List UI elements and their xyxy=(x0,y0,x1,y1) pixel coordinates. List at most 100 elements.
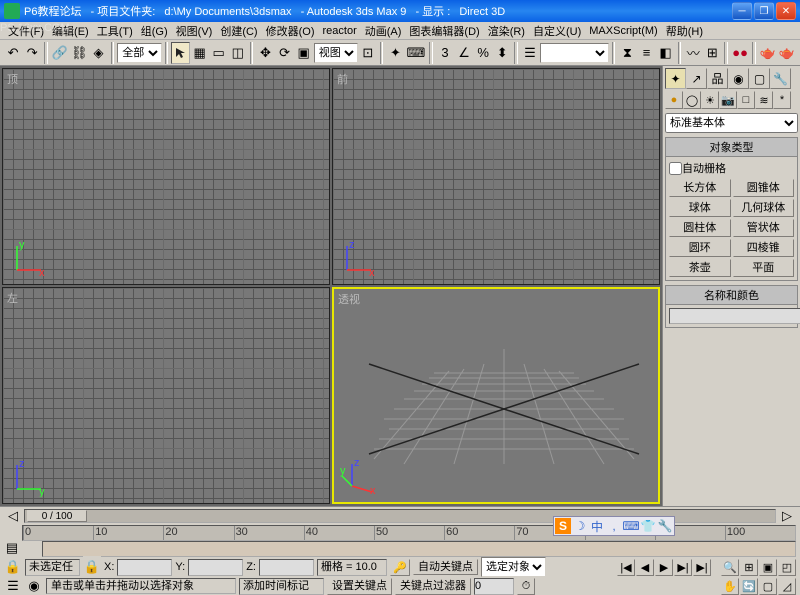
ime-punct-icon[interactable]: , xyxy=(606,518,622,534)
menu-file[interactable]: 文件(F) xyxy=(4,23,48,39)
prim-geosphere[interactable]: 几何球体 xyxy=(733,199,795,217)
fov-button[interactable]: ◿ xyxy=(778,578,796,595)
menu-help[interactable]: 帮助(H) xyxy=(662,23,707,39)
subtab-systems[interactable]: * xyxy=(773,91,791,109)
viewport-left[interactable]: 左 zy xyxy=(2,287,330,504)
time-config-button[interactable]: ⏱ xyxy=(517,578,535,595)
time-slider-thumb[interactable]: 0 / 100 xyxy=(27,510,87,522)
ime-s-icon[interactable]: S xyxy=(555,518,571,534)
time-prev-icon[interactable]: ◁ xyxy=(4,509,22,523)
ime-moon-icon[interactable]: ☽ xyxy=(572,518,588,534)
subtab-helpers[interactable]: □ xyxy=(737,91,755,109)
selection-filter[interactable]: 全部 xyxy=(117,43,162,63)
prim-pyramid[interactable]: 四棱锥 xyxy=(733,239,795,257)
pivot-button[interactable]: ⊡ xyxy=(359,42,377,64)
prim-plane[interactable]: 平面 xyxy=(733,259,795,277)
maximize-button[interactable]: ❐ xyxy=(754,2,774,20)
viewport-front[interactable]: 前 zx xyxy=(332,68,660,285)
y-input[interactable] xyxy=(188,559,243,576)
unlink-button[interactable]: ⛓ xyxy=(70,42,89,64)
x-input[interactable] xyxy=(117,559,172,576)
subtab-cameras[interactable]: 📷 xyxy=(719,91,737,109)
tab-display[interactable]: ▢ xyxy=(749,68,770,89)
ime-skin-icon[interactable]: 👕 xyxy=(640,518,656,534)
link-button[interactable]: 🔗 xyxy=(51,42,69,64)
keyboard-button[interactable]: ⌨ xyxy=(406,42,427,64)
menu-animation[interactable]: 动画(A) xyxy=(361,23,406,39)
menu-reactor[interactable]: reactor xyxy=(319,25,361,37)
zoom-extents-button[interactable]: ▣ xyxy=(759,559,777,576)
percent-snap-button[interactable]: % xyxy=(474,42,492,64)
select-name-button[interactable]: ▦ xyxy=(191,42,209,64)
comm-icon[interactable]: ◉ xyxy=(25,578,43,594)
pan-button[interactable]: ✋ xyxy=(721,578,739,595)
tab-utilities[interactable]: 🔧 xyxy=(770,68,791,89)
tab-hierarchy[interactable]: 品 xyxy=(707,68,728,89)
tab-create[interactable]: ✦ xyxy=(665,68,686,89)
play-button[interactable]: ▶ xyxy=(655,559,673,576)
ime-toolbar[interactable]: S ☽ 中 , ⌨ 👕 🔧 xyxy=(553,516,675,536)
subtab-spacewarps[interactable]: ≋ xyxy=(755,91,773,109)
layer-button[interactable]: ◧ xyxy=(657,42,675,64)
tab-motion[interactable]: ◉ xyxy=(728,68,749,89)
named-sets-button[interactable]: ☰ xyxy=(521,42,539,64)
lock-selection-icon[interactable]: 🔒 xyxy=(83,556,101,578)
menu-modifier[interactable]: 修改器(O) xyxy=(262,23,319,39)
autokey-button[interactable]: 自动关键点 xyxy=(413,559,478,575)
geometry-type-dropdown[interactable]: 标准基本体 xyxy=(665,113,798,133)
maximize-viewport-button[interactable]: ▢ xyxy=(759,578,777,595)
schematic-button[interactable]: ⊞ xyxy=(703,42,721,64)
ime-keyboard-icon[interactable]: ⌨ xyxy=(623,518,639,534)
angle-snap-button[interactable]: ∠ xyxy=(455,42,473,64)
prim-box[interactable]: 长方体 xyxy=(669,179,731,197)
trackbar[interactable] xyxy=(42,541,796,557)
select-region-button[interactable]: ▭ xyxy=(210,42,228,64)
time-tag[interactable]: 添加时间标记 xyxy=(239,578,324,595)
menu-edit[interactable]: 编辑(E) xyxy=(48,23,93,39)
select-button[interactable] xyxy=(171,42,189,64)
move-button[interactable]: ✥ xyxy=(256,42,274,64)
ref-coord-system[interactable]: 视图 xyxy=(314,43,358,63)
time-next-icon[interactable]: ▷ xyxy=(778,509,796,523)
prim-tube[interactable]: 管状体 xyxy=(733,219,795,237)
prim-teapot[interactable]: 茶壶 xyxy=(669,259,731,277)
next-frame-button[interactable]: ▶| xyxy=(674,559,692,576)
object-name-input[interactable] xyxy=(669,308,800,324)
prev-frame-button[interactable]: ◀ xyxy=(636,559,654,576)
lock-icon[interactable]: 🔒 xyxy=(4,556,22,578)
minimize-button[interactable]: ─ xyxy=(732,2,752,20)
render-scene-button[interactable]: 🫖 xyxy=(759,42,777,64)
snap-button[interactable]: 3 xyxy=(436,42,454,64)
window-crossing-button[interactable]: ◫ xyxy=(229,42,247,64)
goto-start-button[interactable]: |◀ xyxy=(617,559,635,576)
keyfilter-button[interactable]: 关键点过滤器 xyxy=(395,578,471,595)
viewport-perspective[interactable]: 透视 zxy xyxy=(332,287,660,504)
z-input[interactable] xyxy=(259,559,314,576)
time-ruler[interactable]: 0 10 20 30 40 50 60 70 80 90 100 xyxy=(22,525,796,541)
script-icon[interactable]: ☰ xyxy=(4,578,22,594)
rollout-header[interactable]: 对象类型 xyxy=(666,138,797,157)
tab-modify[interactable]: ↗ xyxy=(686,68,707,89)
quick-render-button[interactable]: 🫖 xyxy=(778,42,796,64)
autogrid-checkbox[interactable] xyxy=(669,162,682,175)
curve-editor-button[interactable]: 〰 xyxy=(684,42,702,64)
mirror-button[interactable]: ⧗ xyxy=(618,42,636,64)
trackbar-toggle-icon[interactable]: ▤ xyxy=(4,541,20,555)
setkey-button[interactable]: 设置关键点 xyxy=(327,578,392,595)
subtab-shapes[interactable]: ◯ xyxy=(683,91,701,109)
menu-group[interactable]: 组(G) xyxy=(137,23,172,39)
prim-cone[interactable]: 圆锥体 xyxy=(733,179,795,197)
zoom-button[interactable]: 🔍 xyxy=(721,559,739,576)
rollout-header[interactable]: 名称和颜色 xyxy=(666,286,797,305)
arc-rotate-button[interactable]: 🔄 xyxy=(740,578,758,595)
close-button[interactable]: ✕ xyxy=(776,2,796,20)
rotate-button[interactable]: ⟳ xyxy=(276,42,294,64)
material-button[interactable]: ●● xyxy=(731,42,749,64)
manipulate-button[interactable]: ✦ xyxy=(386,42,404,64)
goto-end-button[interactable]: ▶| xyxy=(693,559,711,576)
ime-zh-icon[interactable]: 中 xyxy=(589,518,605,534)
prim-cylinder[interactable]: 圆柱体 xyxy=(669,219,731,237)
align-button[interactable]: ≡ xyxy=(637,42,655,64)
menu-tools[interactable]: 工具(T) xyxy=(93,23,137,39)
menu-create[interactable]: 创建(C) xyxy=(216,23,261,39)
